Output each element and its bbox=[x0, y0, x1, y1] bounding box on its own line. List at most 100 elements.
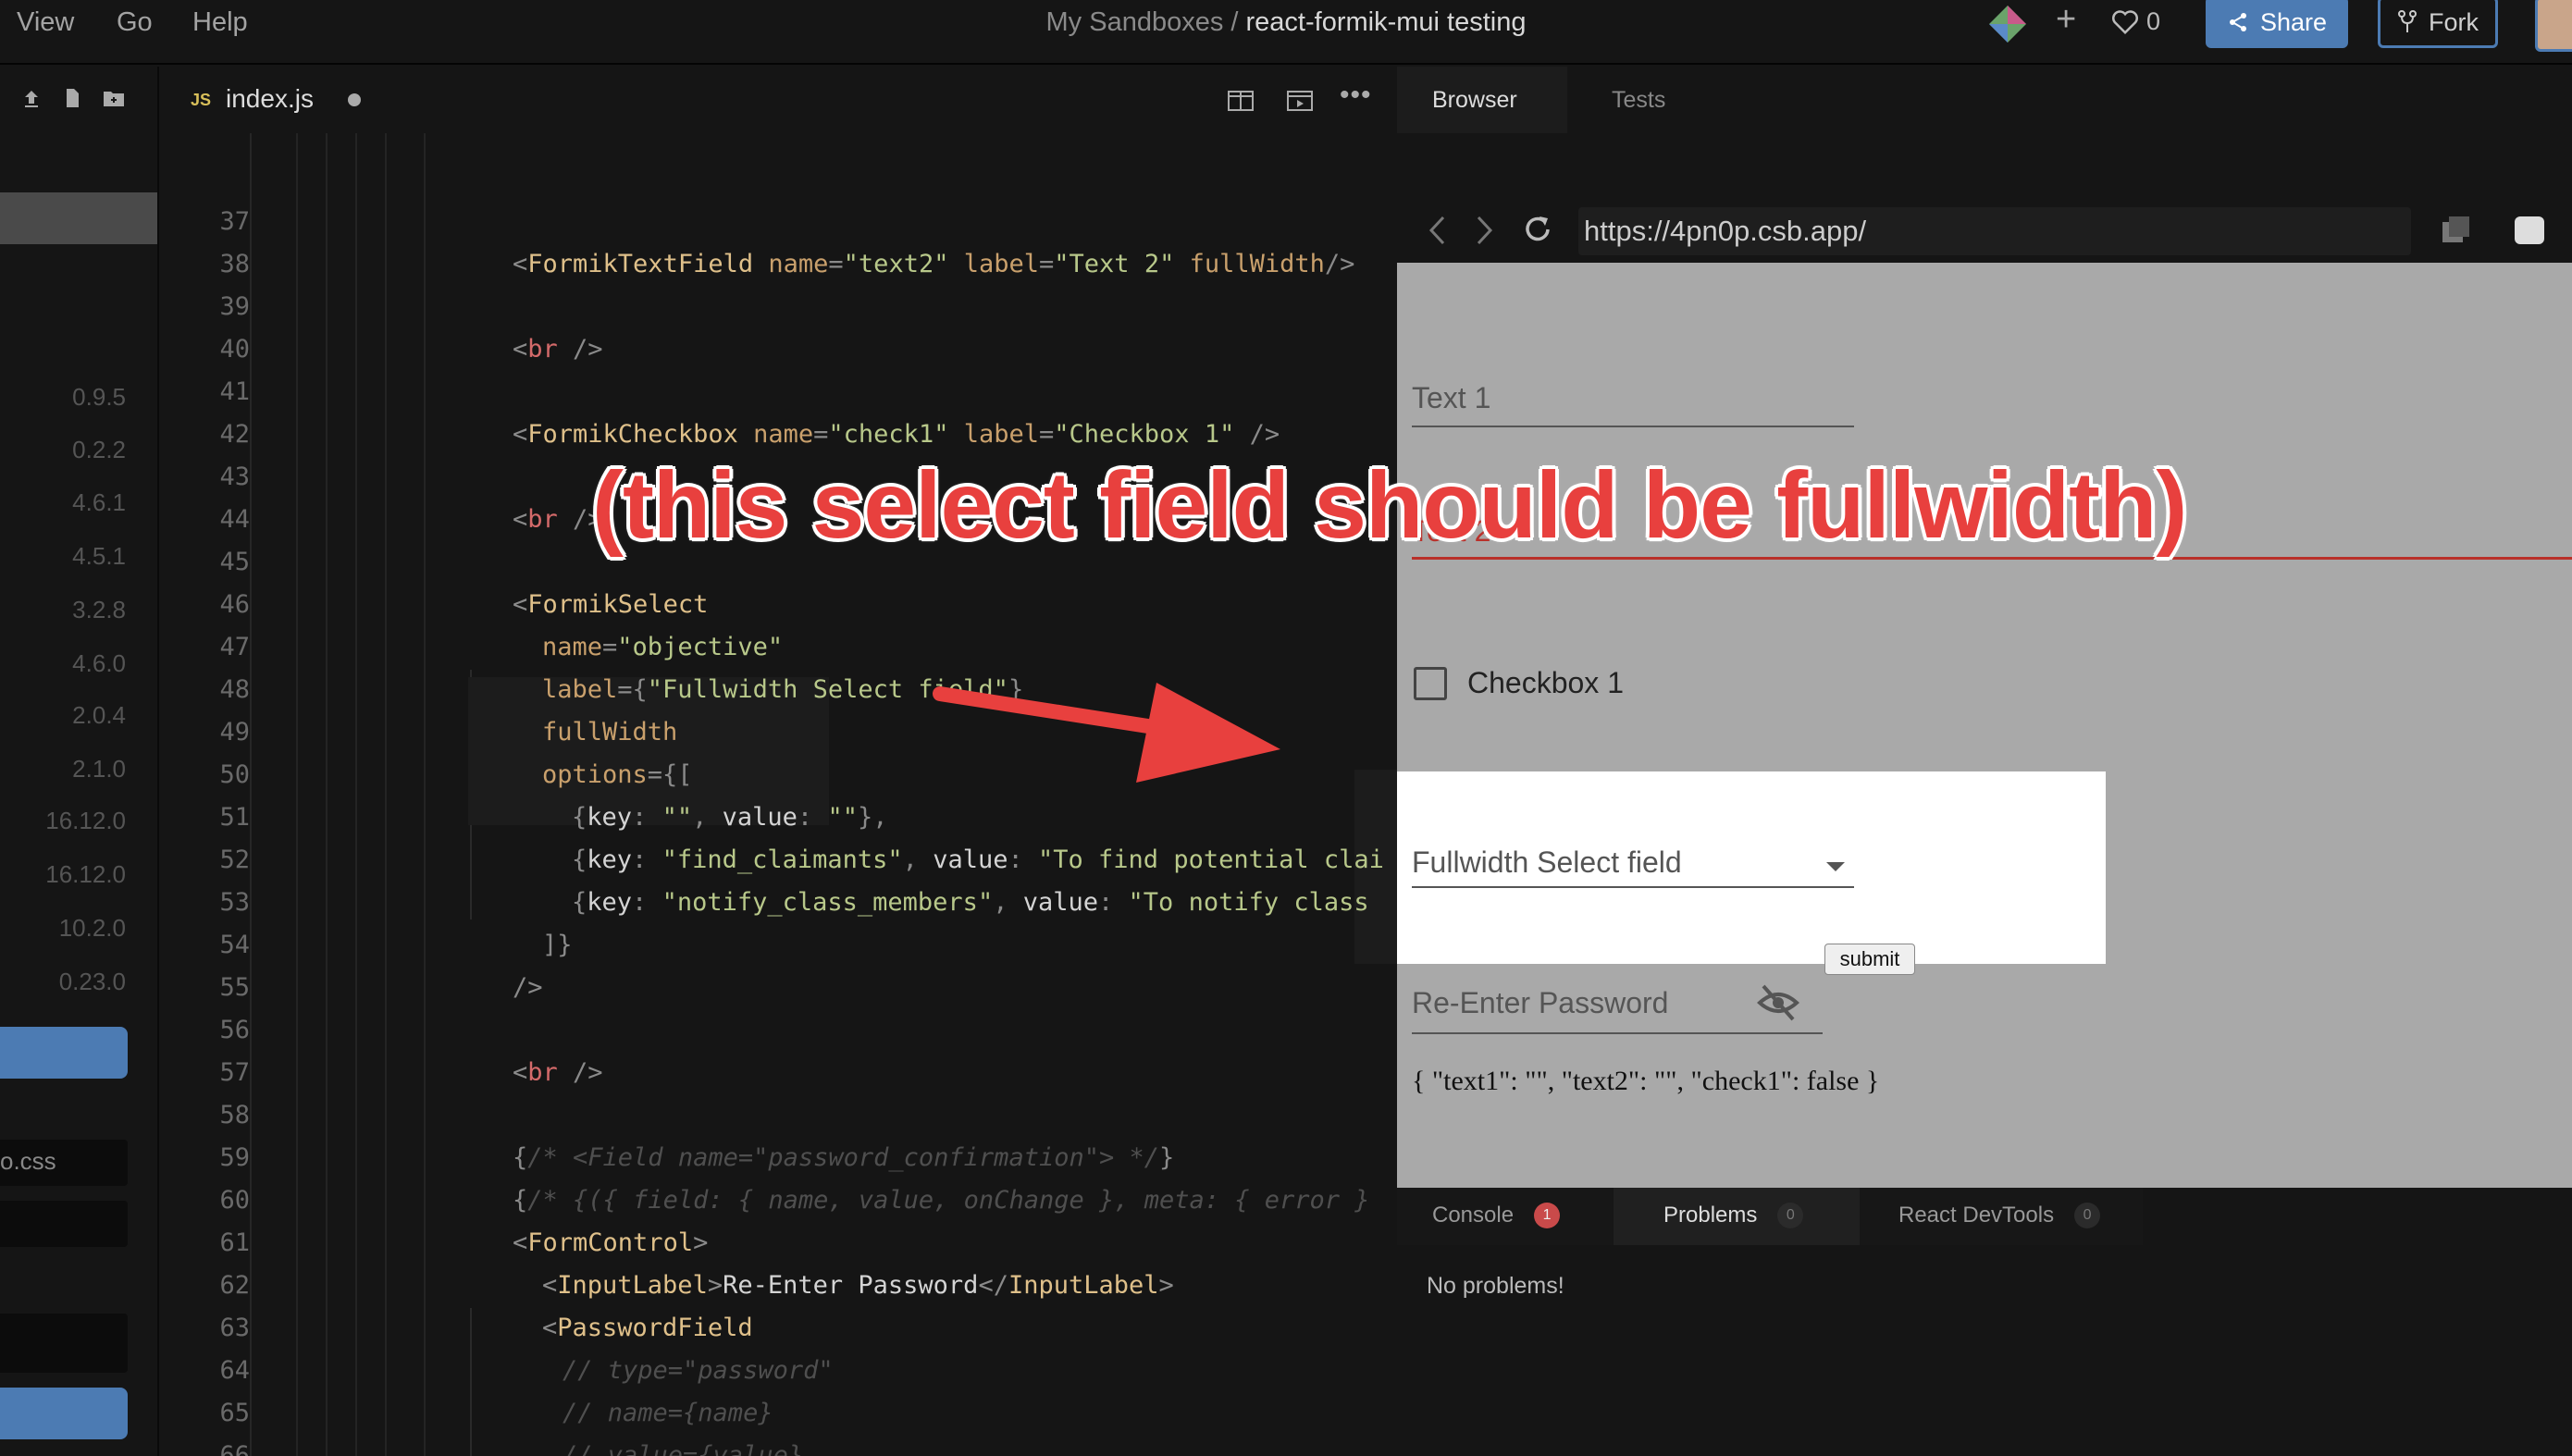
line-number: 62 bbox=[219, 1271, 250, 1300]
tab-tests[interactable]: Tests bbox=[1567, 67, 1715, 133]
form-values-output: { "text1": "", "text2": "", "check1": fa… bbox=[1412, 1066, 1880, 1096]
share-label: Share bbox=[2259, 7, 2328, 36]
code-line: <br /> bbox=[513, 1058, 603, 1087]
preview-tab-bar: Browser Tests bbox=[1397, 67, 2572, 133]
dependency-version: 0.9.5 bbox=[72, 383, 126, 411]
heart-icon[interactable] bbox=[2111, 9, 2139, 35]
team-avatar-icon[interactable] bbox=[1987, 4, 2028, 44]
plus-icon[interactable]: + bbox=[2056, 0, 2076, 40]
code-line: <PasswordField bbox=[542, 1314, 753, 1342]
code-line: options={[ bbox=[542, 760, 693, 789]
add-dependency-button[interactable] bbox=[0, 1027, 128, 1079]
share-icon bbox=[2229, 13, 2246, 31]
code-line: ]} bbox=[542, 931, 573, 959]
code-line: /> bbox=[513, 973, 543, 1002]
sidebar-action-button[interactable] bbox=[0, 1388, 128, 1439]
unsaved-dot-icon[interactable] bbox=[348, 93, 361, 106]
line-number: 65 bbox=[219, 1399, 250, 1427]
indent-guide bbox=[296, 133, 298, 1456]
fork-icon bbox=[2398, 10, 2417, 32]
dependency-version: 4.6.0 bbox=[72, 649, 126, 677]
checkbox-1-label: Checkbox 1 bbox=[1467, 666, 1624, 699]
code-line: <FormControl> bbox=[513, 1228, 709, 1257]
menu-view[interactable]: View bbox=[17, 7, 74, 38]
annotation-text: (this select field should be fullwidth) bbox=[592, 452, 2187, 558]
line-number: 47 bbox=[219, 633, 250, 661]
line-number: 48 bbox=[219, 675, 250, 704]
share-button[interactable]: Share bbox=[2206, 0, 2348, 48]
dependency-version: 4.6.1 bbox=[72, 488, 126, 516]
new-folder-icon[interactable] bbox=[102, 87, 126, 109]
dependency-version: 16.12.0 bbox=[45, 807, 126, 834]
preview-icon[interactable] bbox=[1286, 89, 1314, 113]
problems-count-badge: 0 bbox=[1777, 1203, 1804, 1228]
line-number: 41 bbox=[219, 377, 250, 406]
password-label: Re-Enter Password bbox=[1412, 986, 1669, 1019]
line-number: 51 bbox=[219, 803, 250, 832]
code-line: fullWidth bbox=[542, 718, 678, 747]
editor-tab-bar: JS index.js ••• bbox=[161, 67, 1397, 133]
gutter-divider bbox=[250, 133, 252, 1456]
line-number: 38 bbox=[219, 250, 250, 278]
line-number: 66 bbox=[219, 1441, 250, 1456]
visibility-off-icon[interactable] bbox=[1756, 982, 1800, 1023]
tab-console[interactable]: Console 1 bbox=[1397, 1188, 1614, 1245]
checkbox-1[interactable] bbox=[1414, 667, 1447, 700]
code-line: <FormikCheckbox name="check1" label="Che… bbox=[513, 420, 1280, 449]
menu-go[interactable]: Go bbox=[117, 7, 153, 38]
back-icon[interactable] bbox=[1427, 215, 1447, 246]
code-line: <FormikTextField name="text2" label="Tex… bbox=[513, 250, 1355, 278]
line-number: 56 bbox=[219, 1016, 250, 1044]
sidebar-input[interactable] bbox=[0, 1314, 128, 1373]
more-options-icon[interactable]: ••• bbox=[1340, 80, 1372, 111]
code-line: // type="password" bbox=[563, 1356, 834, 1385]
browser-toolbar: https://4pn0p.csb.app/ bbox=[1397, 133, 2572, 263]
code-line: {key: "find_claimants", value: "To find … bbox=[572, 845, 1384, 874]
user-avatar[interactable] bbox=[2535, 0, 2572, 52]
line-number: 53 bbox=[219, 888, 250, 917]
new-file-icon[interactable] bbox=[61, 87, 83, 109]
password-input[interactable] bbox=[1412, 1032, 1823, 1034]
dependency-version: 4.5.1 bbox=[72, 542, 126, 570]
upload-icon[interactable] bbox=[20, 87, 43, 109]
code-line: {/* {({ field: { name, value, onChange }… bbox=[513, 1186, 1370, 1215]
line-number: 42 bbox=[219, 420, 250, 449]
preview-panel: Browser Tests https://4pn0p.csb.app/ Tex… bbox=[1397, 67, 2572, 1456]
split-view-icon[interactable] bbox=[1227, 89, 1255, 113]
sidebar-selected-row[interactable] bbox=[0, 192, 157, 244]
line-number: 49 bbox=[219, 718, 250, 747]
submit-button[interactable]: submit bbox=[1824, 944, 1915, 975]
forward-icon[interactable] bbox=[1475, 215, 1495, 246]
dependency-version: 16.12.0 bbox=[45, 860, 126, 888]
code-line: // name={name} bbox=[563, 1399, 773, 1427]
indent-guide bbox=[470, 1308, 472, 1456]
problems-message: No problems! bbox=[1427, 1273, 1564, 1299]
external-resource-input[interactable] bbox=[0, 1201, 128, 1247]
indent-guide bbox=[355, 133, 357, 1456]
url-input[interactable]: https://4pn0p.csb.app/ bbox=[1578, 207, 2411, 255]
tab-problems[interactable]: Problems 0 bbox=[1614, 1188, 1860, 1245]
like-count: 0 bbox=[2146, 7, 2161, 35]
text1-input[interactable] bbox=[1412, 426, 1854, 427]
menu-help[interactable]: Help bbox=[192, 7, 248, 38]
select-field[interactable] bbox=[1412, 886, 1854, 888]
line-number: 60 bbox=[219, 1186, 250, 1215]
dependency-version: 2.1.0 bbox=[72, 755, 126, 783]
line-number: 39 bbox=[219, 292, 250, 321]
tab-browser[interactable]: Browser bbox=[1397, 67, 1567, 133]
line-number: 54 bbox=[219, 931, 250, 959]
fork-button[interactable]: Fork bbox=[2378, 0, 2498, 48]
tab-react-devtools[interactable]: React DevTools 0 bbox=[1860, 1188, 2143, 1245]
indent-guide bbox=[424, 133, 426, 1456]
open-new-window-icon[interactable] bbox=[2441, 215, 2472, 246]
tab-index-js[interactable]: JS index.js bbox=[170, 67, 526, 133]
fullscreen-icon[interactable] bbox=[2515, 216, 2544, 244]
sidebar: 0.9.5 0.2.2 4.6.1 4.5.1 3.2.8 4.6.0 2.0.… bbox=[0, 67, 159, 1456]
annotation-arrow-icon bbox=[933, 683, 1280, 783]
refresh-icon[interactable] bbox=[1521, 213, 1554, 246]
code-line: {key: "notify_class_members", value: "To… bbox=[572, 888, 1369, 917]
js-file-icon: JS bbox=[191, 91, 212, 109]
dropdown-arrow-icon[interactable] bbox=[1824, 860, 1847, 873]
external-resource-input[interactable]: o.css bbox=[0, 1140, 128, 1186]
line-number: 46 bbox=[219, 590, 250, 619]
